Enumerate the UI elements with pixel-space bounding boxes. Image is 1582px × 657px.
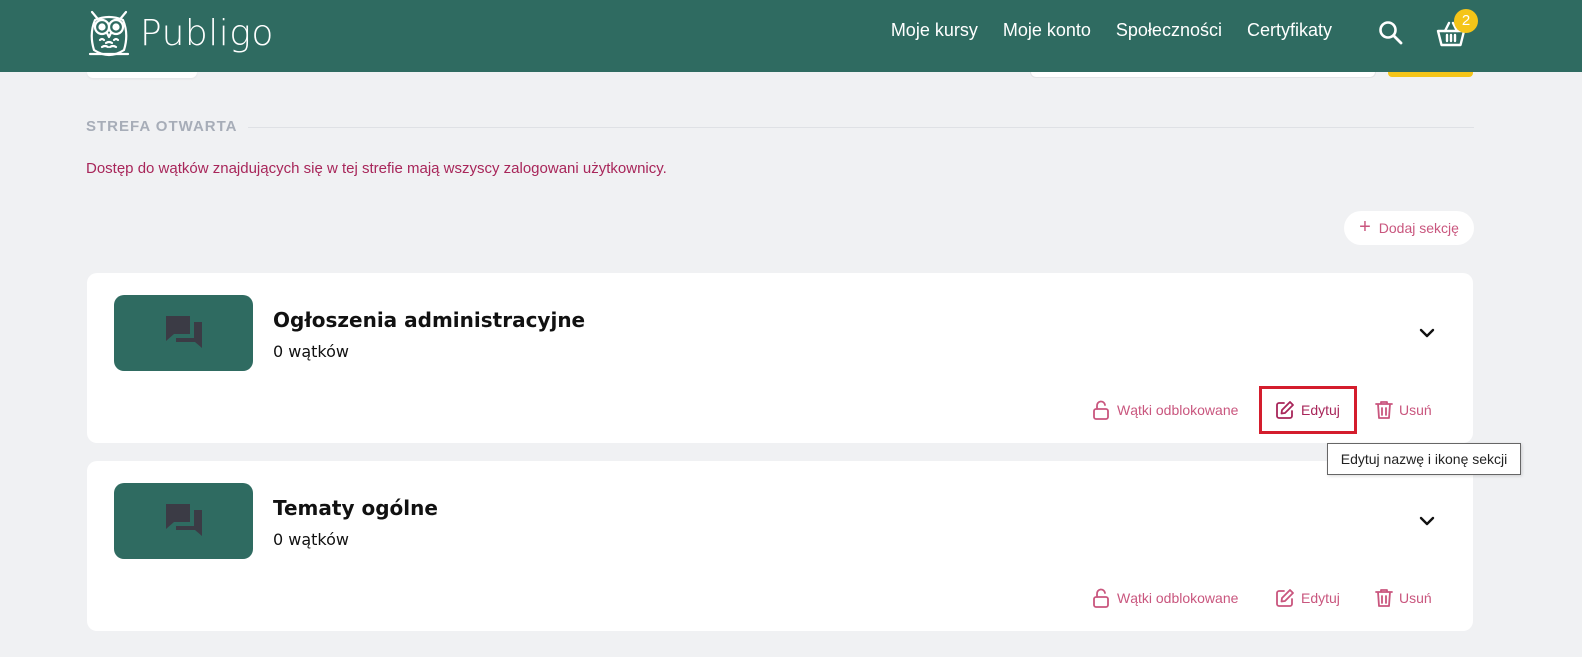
edit-tooltip: Edytuj nazwę i ikonę sekcji	[1327, 443, 1521, 475]
add-section-button[interactable]: + Dodaj sekcję	[1344, 211, 1474, 245]
section-thread-count: 0 wątków	[273, 530, 349, 549]
trash-icon	[1375, 401, 1393, 419]
delete-label: Usuń	[1399, 402, 1432, 418]
zone-title: STREFA OTWARTA	[86, 118, 238, 135]
chat-bubbles-icon	[165, 504, 202, 536]
nav-moje-konto[interactable]: Moje konto	[1003, 20, 1091, 41]
nav-moje-kursy[interactable]: Moje kursy	[891, 20, 978, 41]
trash-icon	[1375, 589, 1393, 607]
cart-count-badge: 2	[1454, 9, 1478, 33]
section-title: Ogłoszenia administracyjne	[273, 308, 586, 332]
search-icon[interactable]	[1378, 20, 1404, 46]
hidden-tab	[87, 72, 197, 78]
chevron-down-icon[interactable]	[1417, 323, 1437, 343]
edit-button-highlight	[1259, 386, 1357, 434]
threads-unlocked-label: Wątki odblokowane	[1117, 590, 1239, 606]
unlock-icon	[1093, 400, 1109, 420]
add-section-label: Dodaj sekcję	[1378, 220, 1459, 236]
section-card: Tematy ogólne 0 wątków Wątki odblokowane…	[87, 461, 1473, 631]
edit-label: Edytuj	[1301, 590, 1340, 606]
unlock-icon	[1093, 588, 1109, 608]
logo-text: Publigo	[140, 12, 274, 54]
section-thumbnail	[114, 295, 253, 371]
chat-bubbles-icon	[165, 316, 202, 348]
nav-spolecznosci[interactable]: Społeczności	[1116, 20, 1222, 41]
top-navigation-bar: Publigo Moje kursy Moje konto Społecznoś…	[0, 0, 1582, 72]
delete-label: Usuń	[1399, 590, 1432, 606]
owl-logo-icon	[88, 10, 130, 57]
publigo-logo[interactable]: Publigo	[86, 6, 274, 60]
chevron-down-icon[interactable]	[1417, 511, 1437, 531]
threads-unlocked-button[interactable]: Wątki odblokowane	[1091, 395, 1238, 425]
zone-divider	[248, 127, 1474, 128]
section-thread-count: 0 wątków	[273, 342, 349, 361]
nav-certyfikaty[interactable]: Certyfikaty	[1247, 20, 1332, 41]
section-thumbnail	[114, 483, 253, 559]
edit-section-button[interactable]: Edytuj	[1275, 583, 1340, 613]
plus-icon: +	[1359, 216, 1371, 238]
delete-section-button[interactable]: Usuń	[1375, 395, 1432, 425]
section-actions: Wątki odblokowane Edytuj Usuń	[87, 583, 1473, 613]
zone-description: Dostęp do wątków znajdujących się w tej …	[86, 160, 667, 177]
delete-section-button[interactable]: Usuń	[1375, 583, 1432, 613]
hidden-search-field	[1030, 72, 1376, 78]
threads-unlocked-label: Wątki odblokowane	[1117, 402, 1239, 418]
threads-unlocked-button[interactable]: Wątki odblokowane	[1091, 583, 1238, 613]
hidden-action-button	[1388, 72, 1473, 77]
edit-icon	[1276, 589, 1294, 607]
main-menu: Moje kursy Moje konto Społeczności Certy…	[891, 20, 1332, 41]
section-title: Tematy ogólne	[273, 496, 438, 520]
